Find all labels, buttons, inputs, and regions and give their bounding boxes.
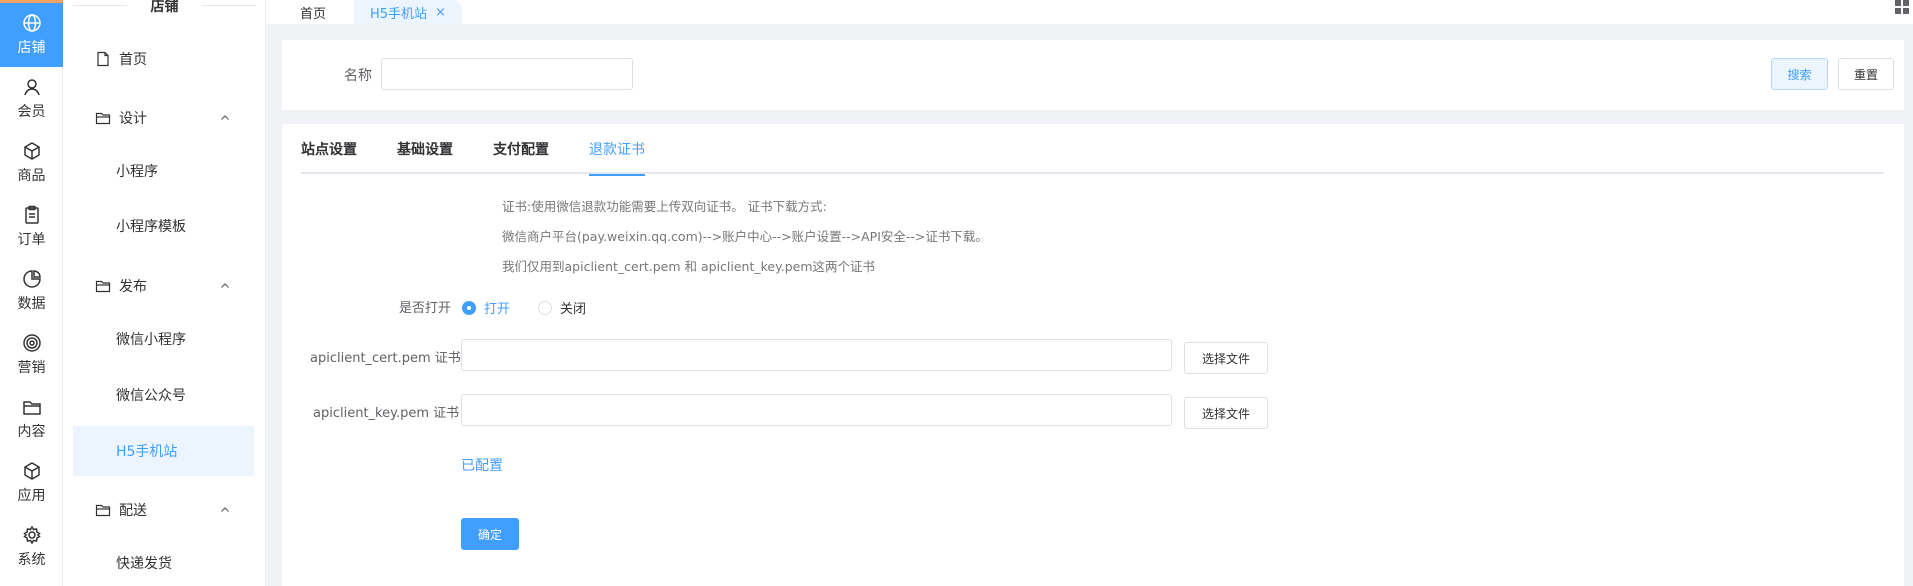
menu-group-delivery[interactable]: 配送 bbox=[73, 485, 254, 535]
cert-note: 我们仅用到apiclient_cert.pem 和 apiclient_key.… bbox=[502, 259, 875, 274]
choose-cert-file-button[interactable]: 选择文件 bbox=[1184, 342, 1268, 374]
name-label: 名称 bbox=[344, 68, 372, 84]
rail-item-marketing[interactable]: 营销 bbox=[0, 323, 63, 387]
menu-item-label: 微信小程序 bbox=[116, 332, 186, 348]
radio-dot bbox=[538, 300, 552, 315]
menu-item-label: H5手机站 bbox=[116, 444, 178, 460]
rail-item-member[interactable]: 会员 bbox=[0, 67, 63, 131]
rail-item-data[interactable]: 数据 bbox=[0, 259, 63, 323]
chevron-up-icon bbox=[221, 283, 229, 288]
rail-item-label: 系统 bbox=[17, 552, 46, 568]
menu-item-label: 首页 bbox=[119, 52, 147, 68]
folder-icon bbox=[95, 504, 111, 517]
key-input[interactable] bbox=[461, 394, 1172, 426]
menu-item-label: 小程序模板 bbox=[116, 219, 186, 235]
search-panel: 名称 搜索 重置 bbox=[282, 40, 1904, 110]
tab-site-settings[interactable]: 站点设置 bbox=[301, 124, 357, 174]
search-button[interactable]: 搜索 bbox=[1771, 58, 1828, 90]
menu-item-wechat-miniprogram[interactable]: 微信小程序 bbox=[73, 314, 254, 364]
tab-h5-site[interactable]: H5手机站 × bbox=[354, 0, 462, 24]
menu-item-express[interactable]: 快递发货 bbox=[73, 538, 254, 586]
name-input[interactable] bbox=[381, 58, 633, 90]
cert-note: 微信商户平台(pay.weixin.qq.com)-->账户中心-->账户设置-… bbox=[502, 229, 988, 244]
menu-item-miniprogram-template[interactable]: 小程序模板 bbox=[73, 201, 254, 251]
menu-item-miniprogram[interactable]: 小程序 bbox=[73, 146, 254, 196]
rail-item-goods[interactable]: 商品 bbox=[0, 131, 63, 195]
key-label: apiclient_key.pem 证书 bbox=[313, 406, 460, 421]
rail-item-label: 订单 bbox=[17, 232, 46, 248]
cert-input[interactable] bbox=[461, 339, 1172, 371]
rail-item-system[interactable]: 系统 bbox=[0, 515, 63, 579]
chevron-up-icon bbox=[221, 507, 229, 512]
secondary-menu: 店铺 首页 设计 小程序 小程序模板 发布 微信小程序 微信公众号 H5手机站 … bbox=[63, 0, 266, 586]
globe-icon bbox=[22, 14, 41, 32]
pie-chart-icon bbox=[22, 270, 41, 288]
tab-label: 首页 bbox=[300, 6, 327, 22]
folder-icon bbox=[95, 112, 111, 125]
rail-item-label: 店铺 bbox=[17, 40, 46, 56]
configured-link[interactable]: 已配置 bbox=[461, 455, 503, 475]
cube-icon bbox=[23, 462, 40, 480]
radio-close[interactable]: 关闭 bbox=[538, 298, 586, 317]
rail-item-apps[interactable]: 应用 bbox=[0, 451, 63, 515]
radio-open[interactable]: 打开 bbox=[462, 298, 510, 317]
menu-group-design[interactable]: 设计 bbox=[73, 93, 254, 143]
menu-title: 店铺 bbox=[63, 0, 266, 16]
rail-item-label: 数据 bbox=[17, 296, 46, 312]
close-icon[interactable]: × bbox=[435, 5, 446, 20]
open-label: 是否打开 bbox=[399, 301, 452, 316]
folder-icon bbox=[95, 280, 111, 293]
rail-item-label: 会员 bbox=[17, 104, 46, 120]
menu-item-home[interactable]: 首页 bbox=[73, 34, 254, 84]
rail-item-content[interactable]: 内容 bbox=[0, 387, 63, 451]
menu-item-wechat-official[interactable]: 微信公众号 bbox=[73, 370, 254, 420]
rail-item-order[interactable]: 订单 bbox=[0, 195, 63, 259]
clipboard-icon bbox=[24, 205, 39, 224]
cert-label: apiclient_cert.pem 证书 bbox=[310, 351, 461, 366]
rail-item-label: 商品 bbox=[17, 168, 46, 184]
chevron-up-icon bbox=[221, 115, 229, 120]
menu-item-label: 配送 bbox=[119, 503, 147, 519]
radio-label: 关闭 bbox=[560, 302, 587, 317]
grid-icon[interactable] bbox=[1895, 0, 1909, 14]
box-icon bbox=[23, 142, 40, 160]
tab-refund-cert[interactable]: 退款证书 bbox=[589, 124, 645, 176]
tab-basic-settings[interactable]: 基础设置 bbox=[397, 124, 453, 174]
reset-button[interactable]: 重置 bbox=[1838, 58, 1894, 90]
tab-home[interactable]: 首页 bbox=[284, 0, 342, 24]
choose-key-file-button[interactable]: 选择文件 bbox=[1184, 397, 1268, 429]
confirm-button[interactable]: 确定 bbox=[461, 518, 519, 550]
content-tabs: 站点设置 基础设置 支付配置 退款证书 bbox=[301, 124, 1884, 176]
tab-bar: 首页 H5手机站 × bbox=[266, 0, 1913, 24]
menu-item-label: 快递发货 bbox=[116, 556, 172, 572]
user-icon bbox=[23, 79, 40, 96]
document-icon bbox=[97, 51, 109, 67]
rail-item-label: 营销 bbox=[17, 360, 46, 376]
folder-icon bbox=[22, 401, 41, 415]
menu-item-label: 设计 bbox=[119, 111, 147, 127]
cert-note: 证书:使用微信退款功能需要上传双向证书。 证书下载方式: bbox=[502, 199, 827, 214]
menu-item-label: 发布 bbox=[119, 279, 147, 295]
radio-label: 打开 bbox=[484, 302, 511, 317]
gear-icon bbox=[22, 525, 41, 545]
target-icon bbox=[22, 334, 41, 352]
menu-item-label: 小程序 bbox=[116, 164, 158, 180]
content-panel: 站点设置 基础设置 支付配置 退款证书 证书:使用微信退款功能需要上传双向证书。… bbox=[282, 124, 1904, 586]
radio-dot bbox=[462, 300, 476, 315]
rail-item-label: 内容 bbox=[17, 424, 46, 440]
tab-label: H5手机站 bbox=[370, 6, 428, 22]
menu-item-label: 微信公众号 bbox=[116, 388, 186, 404]
icon-rail: 店铺 会员 商品 订单 数据 营销 内容 应用 系统 bbox=[0, 0, 63, 586]
rail-item-label: 应用 bbox=[17, 488, 46, 504]
menu-group-publish[interactable]: 发布 bbox=[73, 261, 254, 311]
tab-payment-config[interactable]: 支付配置 bbox=[493, 124, 549, 174]
rail-item-shop[interactable]: 店铺 bbox=[0, 3, 63, 67]
menu-item-h5-site[interactable]: H5手机站 bbox=[73, 426, 254, 476]
